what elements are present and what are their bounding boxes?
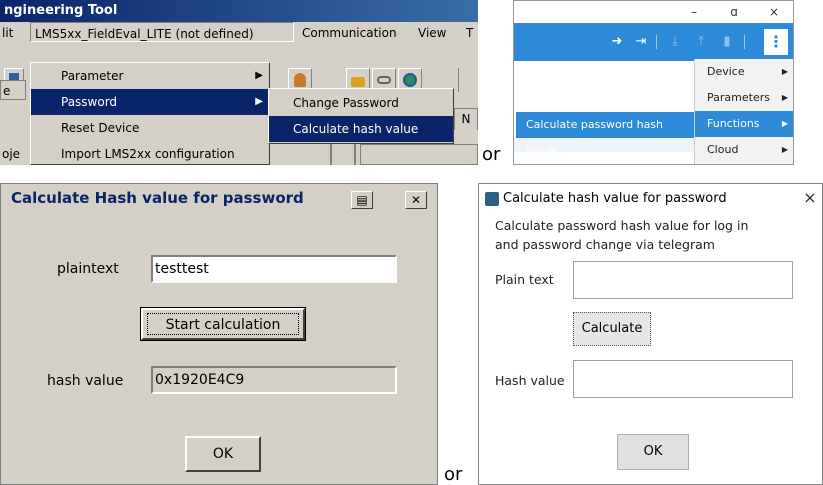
- hash-value-field: [573, 360, 793, 398]
- menu-item-calculate-hash-value[interactable]: Calculate hash value: [269, 116, 453, 142]
- device-dropdown-menu: Parameter ▶ Password ▶ Reset Device Impo…: [30, 62, 270, 165]
- menu-item-parameter[interactable]: Parameter ▶: [31, 63, 269, 89]
- folder-icon: [351, 77, 365, 87]
- description-line: and password change via telegram: [495, 237, 715, 252]
- close-button[interactable]: ×: [754, 1, 793, 23]
- globe-icon: [403, 73, 417, 87]
- menu-item-label: Cloud: [707, 143, 739, 156]
- menu-view[interactable]: View: [418, 22, 446, 44]
- menu-item-label: Functions: [707, 117, 760, 130]
- close-icon[interactable]: ×: [801, 188, 819, 208]
- or-separator-text: or: [444, 464, 463, 485]
- minimize-button[interactable]: –: [674, 1, 714, 23]
- user-icon: [294, 73, 306, 87]
- calculate-button[interactable]: Calculate: [573, 312, 651, 346]
- chevron-right-icon: ▶: [781, 67, 788, 76]
- or-separator-text: or: [482, 144, 501, 165]
- tab-fragment[interactable]: N: [454, 108, 478, 130]
- plaintext-input[interactable]: testtest: [151, 255, 397, 283]
- more-icon[interactable]: ⋮: [764, 29, 788, 55]
- delete-icon[interactable]: ▮: [718, 33, 736, 51]
- start-calculation-button[interactable]: Start calculation: [140, 307, 306, 341]
- menu-item-label: Import LMS2xx configuration: [61, 147, 235, 161]
- menubar: lit LMS5xx_FieldEval_LITE (not defined) …: [0, 22, 478, 44]
- menubar-fragment-right[interactable]: T: [466, 22, 473, 44]
- window-title: ngineering Tool: [0, 0, 478, 22]
- menu-item-label: Reset Device: [61, 121, 140, 135]
- submenu-arrow-icon: ▶: [255, 96, 263, 107]
- pane-frame: [360, 144, 478, 165]
- more-menu: Device ▶ Parameters ▶ Functions ▶ Cloud ▶: [694, 59, 793, 164]
- ok-button[interactable]: OK: [185, 436, 261, 472]
- chevron-right-icon: ▶: [781, 145, 788, 154]
- pane-divider: [330, 144, 356, 165]
- hash-value-label: Hash value: [495, 373, 565, 388]
- left-text-fragment: oje: [2, 147, 21, 161]
- download-icon[interactable]: ⤓: [666, 33, 684, 51]
- dialog-description: Calculate password hash value for log in…: [495, 216, 795, 254]
- upload-icon[interactable]: ⤒: [692, 33, 710, 51]
- hash-value-field: 0x1920E4C9: [151, 366, 397, 394]
- password-submenu: Change Password Calculate hash value: [268, 88, 454, 144]
- classic-hash-dialog: Calculate Hash value for password ▤ ✕ pl…: [0, 183, 438, 485]
- link-icon: [377, 76, 391, 84]
- menu-item-functions[interactable]: Functions ▶: [695, 111, 793, 137]
- menu-item-device[interactable]: Device ▶: [695, 59, 793, 85]
- logout-icon[interactable]: ⇥: [632, 33, 650, 51]
- menu-item-parameters[interactable]: Parameters ▶: [695, 85, 793, 111]
- menu-item-label: Password: [61, 95, 118, 109]
- app-toolbar: ➜ ⇥ ⤓ ⤒ ▮ ⋮: [514, 23, 793, 61]
- close-icon[interactable]: ✕: [405, 191, 427, 209]
- modern-hash-dialog: Calculate hash value for password × Calc…: [478, 183, 823, 485]
- menu-item-change-password[interactable]: Change Password: [269, 90, 453, 116]
- chevron-right-icon: ▶: [781, 119, 788, 128]
- submenu-arrow-icon: ▶: [255, 70, 263, 81]
- restore-button[interactable]: ɑ: [714, 1, 754, 23]
- toolbar-divider: [744, 35, 745, 49]
- button-label: Start calculation: [147, 313, 299, 335]
- plain-text-label: Plain text: [495, 272, 554, 287]
- menu-device[interactable]: LMS5xx_FieldEval_LITE (not defined): [30, 22, 294, 42]
- menu-communication[interactable]: Communication: [302, 22, 397, 44]
- app-icon: [485, 192, 499, 206]
- menu-item-reset-device[interactable]: Reset Device: [31, 115, 269, 141]
- chevron-right-icon: ▶: [781, 93, 788, 102]
- modern-app-window: – ɑ × ➜ ⇥ ⤓ ⤒ ▮ ⋮ Calculate password has…: [513, 0, 794, 165]
- menu-item-import-lms2xx[interactable]: Import LMS2xx configuration: [31, 141, 269, 165]
- menu-item-password[interactable]: Password ▶: [31, 89, 269, 115]
- left-tab-fragment[interactable]: e: [0, 80, 26, 100]
- print-icon[interactable]: ▤: [351, 191, 373, 209]
- classic-engineering-tool-window: ngineering Tool lit LMS5xx_FieldEval_LIT…: [0, 0, 478, 165]
- plain-text-input[interactable]: [573, 261, 793, 299]
- login-icon[interactable]: ➜: [608, 33, 626, 51]
- description-line: Calculate password hash value for log in: [495, 218, 749, 233]
- menu-item-label: Parameter: [61, 69, 124, 83]
- plaintext-label: plaintext: [57, 261, 119, 277]
- menu-item-cloud[interactable]: Cloud ▶: [695, 137, 793, 163]
- toolbar-separator: [458, 68, 478, 92]
- menu-item-label: Parameters: [707, 91, 770, 104]
- ok-button[interactable]: OK: [617, 434, 689, 470]
- menubar-fragment-left[interactable]: lit: [2, 22, 13, 44]
- dialog-title: Calculate hash value for password: [503, 191, 727, 206]
- menu-item-label: Device: [707, 65, 745, 78]
- hash-value-label: hash value: [47, 373, 124, 389]
- toolbar-divider: [656, 35, 657, 49]
- menu-item-calculate-password-hash-value[interactable]: Calculate password hash value: [516, 112, 694, 157]
